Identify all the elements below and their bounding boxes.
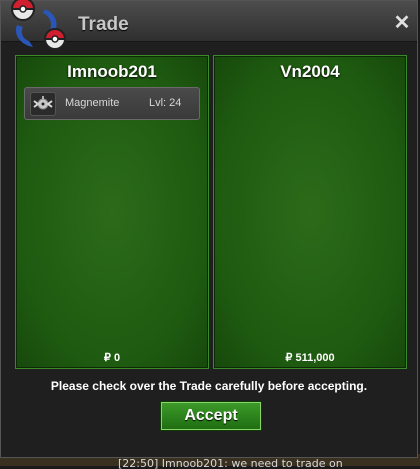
close-icon[interactable]: ✕ <box>393 13 411 33</box>
trade-logo-icon <box>10 0 67 50</box>
trade-panel-right: Vn2004 ₽ 511,000 <box>213 55 407 369</box>
item-name: Magnemite <box>65 97 120 109</box>
background-chat-line: [22:50] Imnoob201: we need to trade on <box>118 457 343 469</box>
window-title: Trade <box>78 14 129 35</box>
item-level: Lvl: 24 <box>149 97 182 109</box>
accept-button[interactable]: Accept <box>161 402 261 430</box>
trade-notice: Please check over the Trade carefully be… <box>50 379 368 393</box>
trade-item-slot[interactable]: Magnemite Lvl: 24 <box>24 87 200 120</box>
magnemite-icon <box>30 92 56 116</box>
left-money: ₽ 0 <box>103 352 121 364</box>
trade-panel-left: Imnoob201 Magnemite Lvl: 24 ₽ 0 <box>15 55 209 369</box>
right-player-name: Vn2004 <box>280 62 340 81</box>
right-money: ₽ 511,000 <box>285 352 335 364</box>
left-player-name: Imnoob201 <box>67 62 157 81</box>
trade-window: Trade ✕ Imnoob201 Magnemite Lvl: 24 ₽ 0 … <box>0 0 418 458</box>
